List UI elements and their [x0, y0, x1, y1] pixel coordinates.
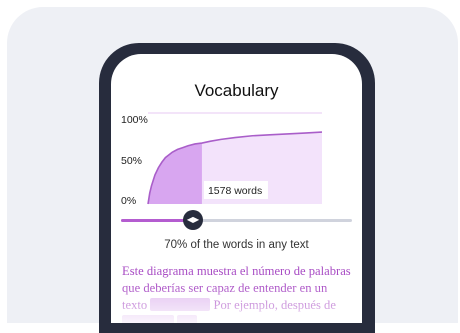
phone-screen: Vocabulary 1578 words 100% 50% 0% ◀▶ 70%…: [111, 54, 362, 323]
word-count-label: 1578 words: [203, 181, 268, 199]
redacted-word: [150, 298, 211, 311]
word-count-text: 1578 words: [208, 185, 262, 197]
y-tick-label-100: 100%: [121, 114, 148, 126]
vocabulary-chart: 1578 words: [147, 112, 323, 205]
description-text: Este diagrama muestra el número de palab…: [122, 263, 352, 323]
description-part-2: Por ejemplo, después de: [210, 298, 336, 312]
y-tick-label-0: 0%: [121, 195, 137, 207]
y-tick-label-50: 50%: [121, 155, 143, 167]
redacted-word: [122, 315, 174, 323]
slider-handle[interactable]: ◀▶: [183, 210, 203, 230]
coverage-caption: 70% of the words in any text: [164, 239, 309, 251]
redacted-word: [177, 315, 198, 323]
chevron-left-right-icon: ◀▶: [186, 215, 200, 224]
